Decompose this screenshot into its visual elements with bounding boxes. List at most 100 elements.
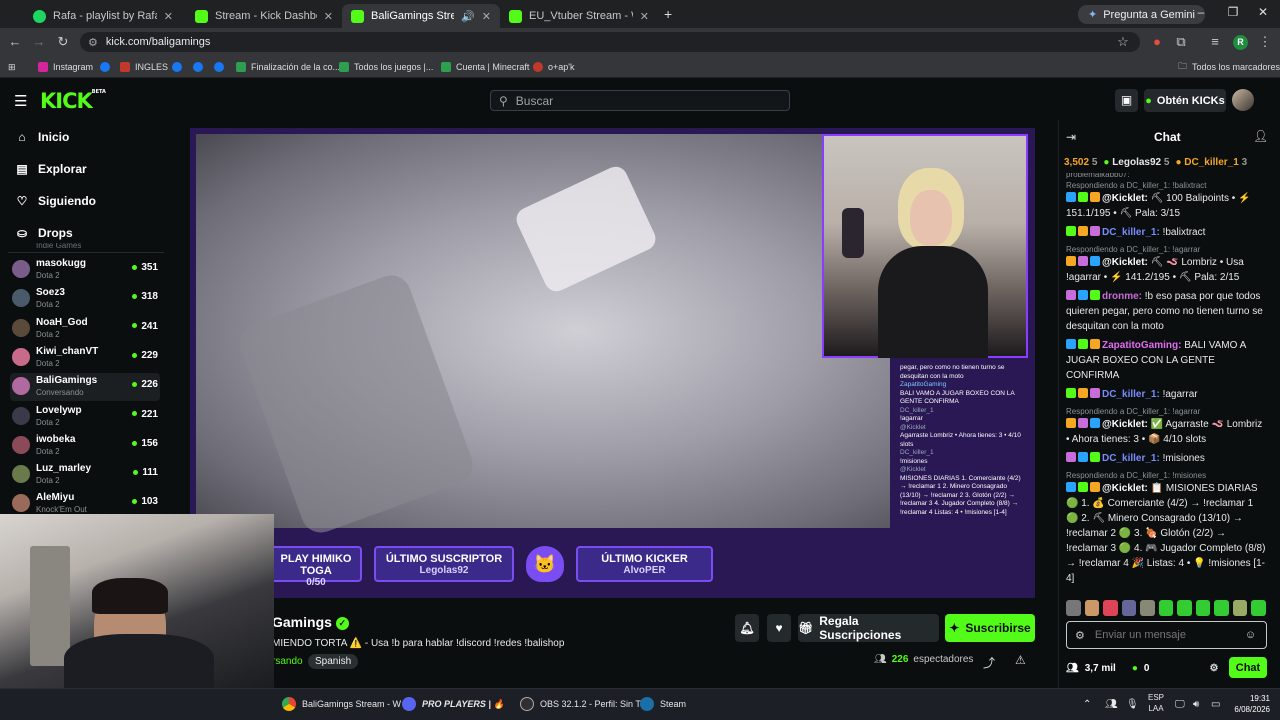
follow-heart-button[interactable]: ♥ <box>767 614 791 642</box>
emote-icon[interactable] <box>1103 600 1118 616</box>
kick-logo[interactable]: KICKBETA <box>40 89 106 113</box>
studio-icon[interactable]: ▣ <box>1115 89 1138 112</box>
chat-settings-icon[interactable]: ⚙ <box>1209 663 1218 674</box>
nav-siguiendo[interactable]: ♡ Siguiendo <box>16 194 96 208</box>
chat-message[interactable]: dronme: !b eso pasa por que todos quiere… <box>1066 289 1266 334</box>
system-clock[interactable]: 19:31 6/08/2026 <box>1230 693 1270 715</box>
sidebar-channel[interactable]: iwobeka Dota 2 156 <box>10 432 160 460</box>
emote-icon[interactable] <box>1121 600 1137 616</box>
mute-icon[interactable]: 🔊 <box>461 10 475 23</box>
chat-message[interactable]: @Kicklet: 📋 MISIONES DIARIAS 🟢 1. 💰 Come… <box>1066 481 1266 586</box>
chat-settings-icon[interactable]: ⚙ <box>1075 629 1085 642</box>
emote-icon[interactable] <box>1214 600 1229 616</box>
nav-inicio[interactable]: ⌂ Inicio <box>16 130 69 144</box>
chat-username[interactable]: ZapatitoGaming: <box>1102 340 1181 351</box>
chat-message[interactable]: ZapatitoGaming: BALI VAMO A JUGAR BOXEO … <box>1066 338 1266 383</box>
minimize-icon[interactable]: – <box>1186 5 1216 19</box>
chat-message[interactable]: @Kicklet: ⛏ 100 Balipoints • ⚡ 151.1/195… <box>1066 191 1266 221</box>
volume-icon[interactable]: 🔊︎ <box>1193 693 1199 715</box>
chat-username[interactable]: DC_killer_1: <box>1102 389 1160 400</box>
emote-icon[interactable] <box>1177 600 1192 616</box>
battery-icon[interactable]: ▭ <box>1211 693 1220 715</box>
browser-menu-icon[interactable]: ⋮ <box>1256 34 1274 50</box>
get-kicks-button[interactable]: ● Obtén KICKs <box>1144 89 1226 112</box>
search-input[interactable]: ⚲ Buscar <box>490 90 790 111</box>
subscribe-button[interactable]: ✦ Suscribirse <box>945 614 1035 642</box>
taskbar-steam[interactable]: Steam <box>640 693 686 715</box>
tab-baligamings[interactable]: BaliGamings Stream - Watc 🔊 ✕ <box>342 4 500 28</box>
extensions-puzzle-icon[interactable]: ⧉ <box>1172 34 1190 50</box>
bookmark-finalizacion[interactable]: Finalización de la co... <box>236 59 340 75</box>
new-tab-button[interactable]: + <box>664 6 672 22</box>
channel-name[interactable]: Gamings ✓ <box>272 614 349 630</box>
sidebar-channel[interactable]: BaliGamings Conversando 226 <box>10 373 160 402</box>
bookmark-star-icon[interactable]: ☆ <box>1114 34 1132 50</box>
chat-username[interactable]: @Kicklet: <box>1102 193 1148 204</box>
emote-icon[interactable] <box>1195 600 1211 616</box>
emote-icon[interactable] <box>1140 600 1155 616</box>
chat-username[interactable]: @Kicklet: <box>1102 419 1148 430</box>
stream-video[interactable] <box>196 134 890 539</box>
sidebar-channel[interactable]: masokugg Dota 2 351 <box>10 256 160 284</box>
close-window-icon[interactable]: ✕ <box>1248 5 1278 19</box>
chat-message[interactable]: @Kicklet: ⛏ 🪱 Lombriz • Usa !agarrar • ⚡… <box>1066 255 1266 285</box>
sidebar-channel[interactable]: Kiwi_chanVT Dota 2 229 <box>10 344 160 372</box>
network-icon[interactable]: 🖵︎ <box>1175 693 1185 715</box>
emote-picker-icon[interactable]: ☺ <box>1245 629 1256 641</box>
collapse-chat-icon[interactable]: ⇥ <box>1066 130 1076 144</box>
close-icon[interactable]: ✕ <box>164 10 173 23</box>
chat-users-icon[interactable]: 👤︎ <box>1253 129 1268 143</box>
tab-spotify[interactable]: Rafa - playlist by Rafael.xared | ✕ <box>24 4 182 28</box>
input-language[interactable]: ESP LAA <box>1148 692 1164 714</box>
chat-message[interactable]: DC_killer_1: !agarrar <box>1066 387 1266 402</box>
chat-username[interactable]: @Kicklet: <box>1102 257 1148 268</box>
maximize-icon[interactable]: ❐ <box>1218 5 1248 19</box>
language-tag[interactable]: Spanish <box>308 654 359 669</box>
emote-icon[interactable] <box>1251 600 1267 616</box>
sidebar-channel[interactable]: Lovelywp Dota 2 221 <box>10 403 160 431</box>
bookmark-facebook[interactable] <box>193 59 203 75</box>
notification-bell-button[interactable]: 🔔︎ <box>735 614 759 642</box>
sidebar-channel[interactable]: Soez3 Dota 2 318 <box>10 285 160 313</box>
taskbar-chrome[interactable]: BaliGamings Stream - W <box>282 693 401 715</box>
sidebar-channel[interactable]: NoaH_God Dota 2 241 <box>10 315 160 343</box>
close-icon[interactable]: ✕ <box>324 10 333 23</box>
close-icon[interactable]: ✕ <box>482 10 491 23</box>
reload-icon[interactable]: ↻ <box>54 34 72 50</box>
forward-icon[interactable]: → <box>30 34 48 49</box>
gifter[interactable]: 3,502 5 <box>1064 157 1097 168</box>
all-bookmarks[interactable]: 🗀 Todos los marcadores <box>1178 59 1280 75</box>
chat-username[interactable]: DC_killer_1: <box>1102 227 1160 238</box>
nav-drops[interactable]: ⛀ Drops <box>16 226 73 240</box>
people-icon[interactable]: 👥︎ <box>1105 693 1118 715</box>
bookmark-todos-juegos[interactable]: Todos los juegos |... <box>339 59 433 75</box>
tray-overflow-icon[interactable]: ⌃ <box>1083 693 1091 715</box>
apps-icon[interactable]: ⊞ <box>8 59 16 75</box>
gifter[interactable]: ● DC_killer_1 3 <box>1175 157 1247 168</box>
gift-subs-button[interactable]: 🎁︎ Regala Suscripciones <box>798 614 939 642</box>
bookmark-oapk[interactable]: o+ap'k <box>533 59 575 75</box>
profile-avatar[interactable]: R <box>1233 35 1248 50</box>
bookmark-ingles[interactable]: INGLES <box>120 59 168 75</box>
chat-username[interactable]: dronme: <box>1102 291 1142 302</box>
chat-username[interactable]: DC_killer_1: <box>1102 453 1160 464</box>
bookmark-facebook[interactable] <box>214 59 224 75</box>
bookmark-facebook[interactable] <box>172 59 182 75</box>
back-icon[interactable]: ← <box>6 34 24 49</box>
emote-icon[interactable] <box>1066 600 1081 616</box>
address-bar[interactable]: ⚙ kick.com/baligamings <box>80 32 1140 52</box>
chat-message[interactable]: DC_killer_1: !misiones <box>1066 451 1266 466</box>
taskbar-obs[interactable]: OBS 32.1.2 - Perfil: Sin Tí <box>520 693 643 715</box>
chat-send-button[interactable]: Chat <box>1229 657 1267 678</box>
bookmark-minecraft[interactable]: Cuenta | Minecraft <box>441 59 529 75</box>
taskbar-discord[interactable]: PRO PLAYERS | 🔥 <box>402 693 505 715</box>
reading-list-icon[interactable]: ≡ <box>1206 34 1224 49</box>
microphone-tray-icon[interactable]: 🎙︎ <box>1126 693 1139 715</box>
site-info-icon[interactable]: ⚙ <box>88 36 98 49</box>
share-icon[interactable]: ⤴ <box>983 654 995 671</box>
hamburger-menu-icon[interactable]: ☰ <box>14 92 27 110</box>
stream-category[interactable]: rsando <box>272 656 303 667</box>
extension-icon[interactable]: ● <box>1148 34 1166 49</box>
bookmark-facebook[interactable] <box>100 59 110 75</box>
user-avatar[interactable] <box>1232 89 1254 111</box>
